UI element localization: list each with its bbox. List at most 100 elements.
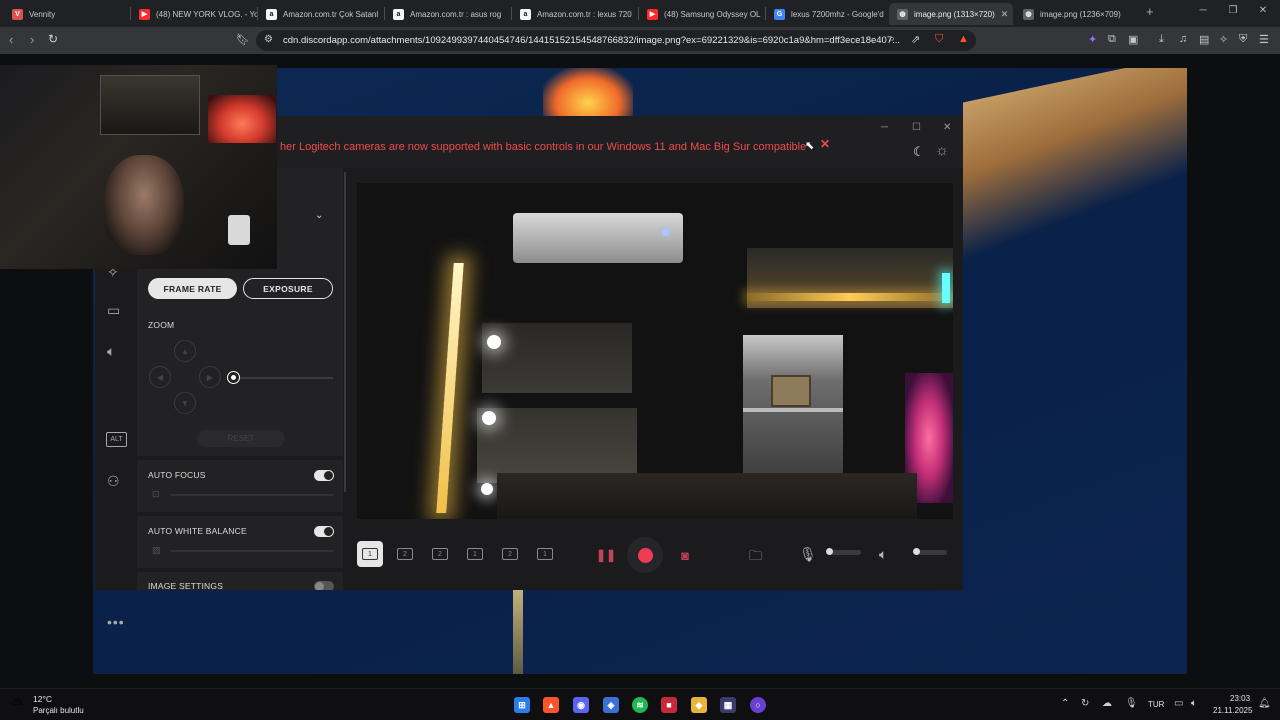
frame-rate-tab[interactable]: FRAME RATE: [148, 278, 237, 299]
profile-icon[interactable]: ⚇: [107, 473, 120, 490]
microphone-icon[interactable]: 🎙︎: [799, 546, 817, 563]
brave-shield-icon[interactable]: ⛉: [935, 33, 943, 46]
browser-tab[interactable]: a Amazon.com.tr : lexus 720: [512, 3, 638, 25]
vpn-icon[interactable]: ⛨: [1239, 33, 1247, 46]
more-icon[interactable]: •••: [107, 614, 125, 630]
pan-down-icon[interactable]: ▼: [174, 392, 196, 414]
extensions-icon[interactable]: ⧉: [1108, 33, 1116, 46]
dark-mode-icon[interactable]: ☾: [913, 144, 925, 160]
zoom-slider-handle[interactable]: [228, 372, 239, 383]
sidebar-icon[interactable]: ▣: [1128, 33, 1138, 46]
pan-up-icon[interactable]: ▲: [174, 340, 196, 362]
network-icon[interactable]: ▭: [1174, 698, 1183, 709]
layout-pip-alt-button[interactable]: 1: [462, 541, 488, 567]
preview-niche-shelf: [743, 408, 843, 412]
minimize-icon[interactable]: ─: [1188, 5, 1218, 16]
ai-chat-icon[interactable]: ✧: [1219, 33, 1228, 46]
new-tab-icon[interactable]: +: [1146, 4, 1154, 19]
pan-left-icon[interactable]: ◀: [149, 366, 171, 388]
sync-icon[interactable]: ↻: [1081, 698, 1089, 709]
speaker-volume-slider[interactable]: [913, 548, 947, 555]
image-settings-toggle[interactable]: [314, 581, 334, 590]
auto-focus-toggle[interactable]: [314, 470, 334, 481]
browser-tab[interactable]: a Amazon.com.tr Çok Satanl: [258, 3, 384, 25]
app-icon[interactable]: ○: [750, 697, 766, 713]
browser-tab[interactable]: ▶ (48) NEW YORK VLOG. - Yo: [131, 3, 257, 25]
media-icon[interactable]: ♫: [1179, 33, 1187, 45]
pause-button[interactable]: ❚❚: [588, 537, 624, 573]
tray-overflow-icon[interactable]: ⌃: [1061, 698, 1069, 709]
back-icon[interactable]: ‹: [9, 32, 13, 47]
pan-right-icon[interactable]: ▶: [199, 366, 221, 388]
layout-pip-button[interactable]: 2: [427, 541, 453, 567]
app-minimize-icon[interactable]: ─: [881, 122, 888, 133]
banner-close-icon[interactable]: ✕: [820, 137, 830, 151]
bookmark-icon[interactable]: 🔖︎: [236, 33, 250, 46]
cloud-icon[interactable]: ☁: [1102, 698, 1112, 709]
layout-split-button[interactable]: 2: [497, 541, 523, 567]
browser-tab[interactable]: a Amazon.com.tr : asus rog: [385, 3, 511, 25]
spotify-icon[interactable]: ≋: [632, 697, 648, 713]
language-indicator[interactable]: TUR: [1148, 700, 1164, 709]
zoom-icon[interactable]: ⌕: [889, 33, 895, 46]
site-info-icon[interactable]: ⚙︎: [264, 34, 273, 45]
wallet-icon[interactable]: ▤: [1199, 33, 1209, 46]
white-balance-slider[interactable]: [171, 550, 333, 552]
discord-icon[interactable]: ◉: [573, 697, 589, 713]
capture-controls: 1 2 2 1 2 1 ❚❚ ◙ 🗀︎ 🎙︎ 🔈︎: [357, 536, 953, 576]
light-mode-icon[interactable]: ☼: [935, 142, 949, 159]
snapshot-button[interactable]: ◙: [667, 537, 703, 573]
close-tab-icon[interactable]: ✕: [1001, 9, 1009, 20]
browser-tab[interactable]: G lexus 7200mhz - Google'd: [766, 3, 886, 25]
layout-split-alt-button[interactable]: 1: [532, 541, 558, 567]
brave-rewards-icon[interactable]: ▲: [958, 33, 969, 45]
focus-slider[interactable]: [171, 494, 333, 496]
camera-icon[interactable]: ▭: [107, 302, 120, 319]
exposure-tab[interactable]: EXPOSURE: [243, 278, 333, 299]
weather-icon[interactable]: ⛅︎: [12, 696, 23, 713]
layout-dual-button[interactable]: 2: [392, 541, 418, 567]
mouse-cursor-icon: ⬉: [805, 140, 815, 152]
microphone-icon[interactable]: 🎙︎: [1125, 698, 1138, 709]
panel-scrollbar[interactable]: [344, 172, 346, 492]
alt-icon[interactable]: ALT: [106, 432, 127, 447]
volume-icon[interactable]: 🔈︎: [1191, 698, 1197, 709]
mic-volume-slider[interactable]: [826, 548, 861, 555]
menu-icon[interactable]: ☰: [1259, 33, 1269, 46]
awb-toggle[interactable]: [314, 526, 334, 537]
weather-description[interactable]: Parçalı bulutlu: [33, 706, 84, 715]
notifications-icon[interactable]: 🔔︎: [1258, 698, 1271, 709]
layout-single-button[interactable]: 1: [357, 541, 383, 567]
zoom-slider-track[interactable]: [233, 377, 333, 379]
clock-date[interactable]: 21.11.2025: [1213, 706, 1252, 715]
reload-icon[interactable]: ↻: [48, 32, 58, 46]
app-icon[interactable]: ▦: [720, 697, 736, 713]
forward-icon[interactable]: ›: [30, 32, 34, 47]
leo-ai-icon[interactable]: ✦: [1088, 33, 1097, 46]
browser-tab-active[interactable]: ◍ image.png (1313×720) ✕: [889, 3, 1013, 25]
app-close-icon[interactable]: ✕: [943, 122, 951, 133]
download-icon[interactable]: ⤓: [1159, 33, 1164, 46]
close-window-icon[interactable]: ✕: [1248, 5, 1278, 16]
clock-time[interactable]: 23:03: [1230, 694, 1250, 703]
browser-tab[interactable]: ▶ (48) Samsung Odyssey OL: [639, 3, 765, 25]
browser-tab[interactable]: ◍ image.png (1236×709): [1015, 3, 1141, 25]
audio-icon[interactable]: 🔈︎: [107, 343, 115, 360]
reset-button[interactable]: RESET: [197, 430, 285, 447]
chevron-down-icon[interactable]: ⌄: [315, 210, 323, 221]
address-bar[interactable]: ⚙︎ cdn.discordapp.com/attachments/109249…: [256, 30, 976, 51]
app-icon[interactable]: ◈: [603, 697, 619, 713]
app-icon[interactable]: ◆: [691, 697, 707, 713]
start-icon[interactable]: ⊞: [514, 697, 530, 713]
brave-icon[interactable]: ▲: [543, 697, 559, 713]
folder-icon[interactable]: 🗀︎: [749, 547, 762, 569]
browser-tab[interactable]: V Vennity: [4, 3, 130, 25]
record-button[interactable]: [627, 537, 663, 573]
share-icon[interactable]: ⇗: [911, 33, 920, 46]
speaker-icon[interactable]: 🔈︎: [879, 546, 887, 563]
app-icon[interactable]: ■: [661, 697, 677, 713]
url-text[interactable]: cdn.discordapp.com/attachments/109249939…: [283, 35, 900, 46]
temperature[interactable]: 12°C: [33, 694, 52, 704]
maximize-icon[interactable]: ❐: [1218, 5, 1248, 16]
app-maximize-icon[interactable]: ☐: [912, 122, 921, 133]
